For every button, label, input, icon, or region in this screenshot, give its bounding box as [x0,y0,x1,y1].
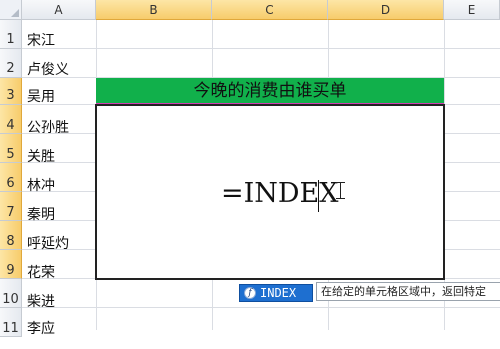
row-header-7[interactable]: 7 [0,192,22,221]
cell-a3[interactable]: 吴用 [27,86,55,106]
cell-a8[interactable]: 呼延灼 [27,233,69,253]
gridline [22,48,500,49]
cell-a5[interactable]: 关胜 [27,146,55,166]
function-icon: f [244,287,256,299]
column-header-c[interactable]: C [212,0,328,20]
cell-a9[interactable]: 花荣 [27,262,55,282]
select-all-corner[interactable] [0,0,22,20]
row-header-3[interactable]: 3 [0,78,22,105]
autocomplete-item-label: INDEX [260,286,297,300]
column-header-b[interactable]: B [96,0,212,20]
ibeam-cursor-icon [336,182,345,199]
gridline [22,307,500,308]
text-caret [318,180,319,212]
cell-a4[interactable]: 公孙胜 [27,117,69,137]
cell-a6[interactable]: 林冲 [27,175,55,195]
row-header-5[interactable]: 5 [0,134,22,163]
cell-a10[interactable]: 柴进 [27,291,55,311]
row-header-8[interactable]: 8 [0,221,22,250]
cell-a2[interactable]: 卢俊义 [27,59,69,79]
column-header-a[interactable]: A [22,0,96,20]
column-header-e[interactable]: E [444,0,500,20]
title-banner-cell[interactable]: 今晚的消费由谁买单 [96,78,444,103]
column-header-d[interactable]: D [328,0,444,20]
row-header-9[interactable]: 9 [0,250,22,279]
spreadsheet: A B C D E 1 2 3 4 5 6 7 8 9 10 11 宋江 卢俊义… [0,0,500,337]
row-header-2[interactable]: 2 [0,49,22,78]
row-header-1[interactable]: 1 [0,20,22,49]
row-header-11[interactable]: 11 [0,308,22,337]
row-header-4[interactable]: 4 [0,105,22,134]
cell-a11[interactable]: 李应 [27,318,55,338]
autocomplete-item-index[interactable]: f INDEX [239,284,313,302]
cell-a1[interactable]: 宋江 [27,30,55,50]
cell-a7[interactable]: 秦明 [27,204,55,224]
row-header-6[interactable]: 6 [0,163,22,192]
formula-entry-text[interactable]: =INDEX [221,178,339,209]
function-tooltip: 在给定的单元格区域中，返回特定 [316,282,500,301]
row-header-10[interactable]: 10 [0,279,22,308]
